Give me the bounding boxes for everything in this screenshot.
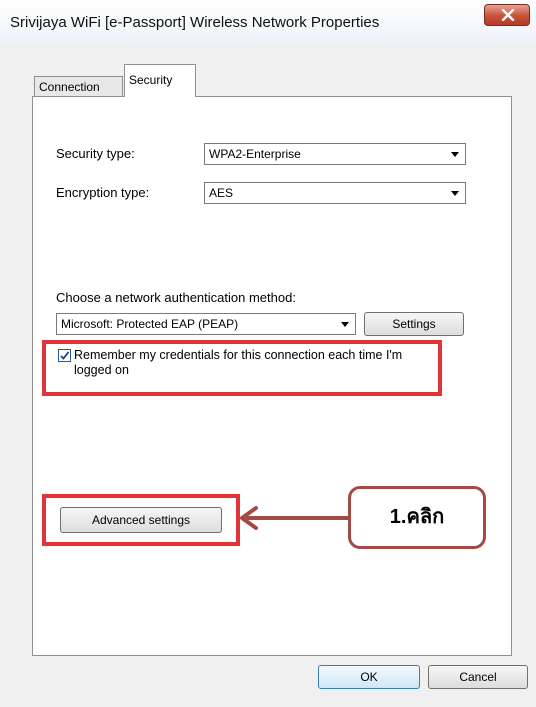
security-type-label: Security type: — [56, 146, 135, 161]
encryption-type-value: AES — [209, 186, 234, 200]
ok-button[interactable]: OK — [318, 665, 420, 689]
auth-method-value: Microsoft: Protected EAP (PEAP) — [61, 317, 239, 331]
chevron-down-icon — [451, 152, 459, 157]
auth-method-label: Choose a network authentication method: — [56, 290, 296, 305]
tab-connection[interactable]: Connection — [34, 76, 123, 96]
close-icon — [501, 9, 515, 21]
encryption-type-label: Encryption type: — [56, 185, 150, 200]
close-button[interactable] — [484, 4, 530, 26]
window-title: Srivijaya WiFi [e-Passport] Wireless Net… — [10, 14, 380, 31]
encryption-type-select[interactable]: AES — [204, 182, 466, 204]
highlight-remember-box — [42, 340, 442, 396]
cancel-button[interactable]: Cancel — [428, 665, 528, 689]
settings-button[interactable]: Settings — [364, 312, 464, 336]
security-type-value: WPA2-Enterprise — [209, 147, 301, 161]
security-type-select[interactable]: WPA2-Enterprise — [204, 143, 466, 165]
highlight-advanced-box — [42, 494, 240, 546]
callout-click: 1.คลิก — [348, 486, 486, 549]
title-bar: Srivijaya WiFi [e-Passport] Wireless Net… — [0, 0, 536, 44]
arrow-left-icon — [240, 506, 348, 530]
chevron-down-icon — [451, 191, 459, 196]
properties-dialog: Srivijaya WiFi [e-Passport] Wireless Net… — [0, 0, 536, 707]
chevron-down-icon — [341, 322, 349, 327]
auth-method-select[interactable]: Microsoft: Protected EAP (PEAP) — [56, 313, 356, 335]
tab-security[interactable]: Security — [124, 64, 196, 97]
